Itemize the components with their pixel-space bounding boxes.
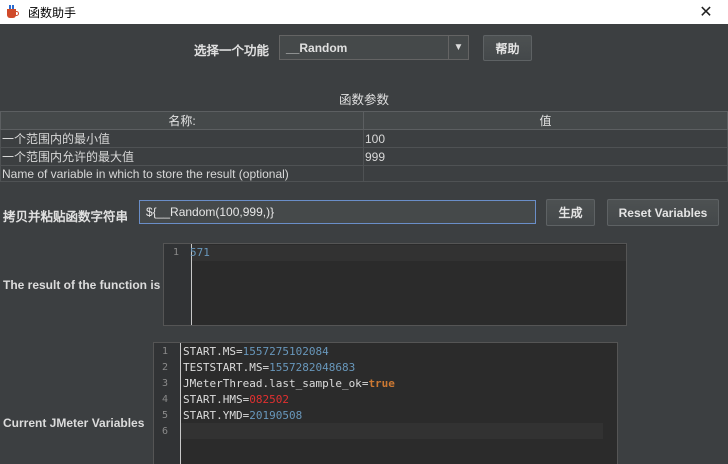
function-dropdown-value: __Random bbox=[286, 40, 348, 55]
variable-line: TESTSTART.MS=1557282048683 bbox=[183, 361, 356, 374]
function-dropdown[interactable]: __Random ▼ bbox=[279, 35, 469, 60]
title-bar: 函数助手 ✕ bbox=[0, 0, 728, 24]
variable-key: START.HMS bbox=[183, 393, 243, 406]
variable-line: START.YMD=20190508 bbox=[183, 409, 303, 422]
close-icon[interactable]: ✕ bbox=[684, 0, 728, 24]
line-number: 3 bbox=[161, 378, 168, 389]
param-value-cell[interactable]: 999 bbox=[363, 147, 728, 166]
function-select-label: 选择一个功能 bbox=[194, 44, 270, 58]
variable-value: true bbox=[368, 377, 395, 390]
param-name-cell[interactable]: 一个范围内的最小值 bbox=[0, 129, 364, 148]
param-name-cell[interactable]: 一个范围内允许的最大值 bbox=[0, 147, 364, 166]
params-title: 函数参数 bbox=[338, 93, 389, 107]
column-header-value[interactable]: 值 bbox=[363, 111, 728, 130]
variable-value: 1557275102084 bbox=[242, 345, 329, 358]
table-row[interactable]: 一个范围内允许的最大值 999 bbox=[0, 147, 728, 166]
line-number: 2 bbox=[161, 362, 168, 373]
reset-variables-button[interactable]: Reset Variables bbox=[607, 199, 719, 226]
table-row[interactable]: 一个范围内的最小值 100 bbox=[0, 129, 728, 148]
java-cup-icon bbox=[6, 5, 20, 19]
variable-value: 20190508 bbox=[249, 409, 303, 422]
variable-line: START.MS=1557275102084 bbox=[183, 345, 329, 358]
variable-key: START.YMD bbox=[183, 409, 243, 422]
window-title: 函数助手 bbox=[28, 5, 77, 20]
variables-editor[interactable]: 1 START.MS=1557275102084 2 TESTSTART.MS=… bbox=[153, 342, 618, 464]
variable-key: TESTSTART.MS bbox=[183, 361, 263, 374]
generate-button[interactable]: 生成 bbox=[546, 199, 595, 226]
variable-value: 1557282048683 bbox=[269, 361, 356, 374]
variable-key: JMeterThread.last_sample_ok bbox=[183, 377, 362, 390]
params-table: 名称: 值 一个范围内的最小值 100 一个范围内允许的最大值 999 Name… bbox=[0, 111, 728, 182]
params-header-row: 名称: 值 bbox=[0, 111, 728, 130]
result-label: The result of the function is bbox=[3, 278, 161, 292]
result-editor[interactable]: 1 571 bbox=[163, 243, 627, 326]
param-value-cell[interactable]: 100 bbox=[363, 129, 728, 148]
variable-key: START.MS bbox=[183, 345, 236, 358]
column-header-name[interactable]: 名称: bbox=[0, 111, 364, 130]
line-number: 1 bbox=[161, 346, 168, 357]
variable-value: 082502 bbox=[249, 393, 289, 406]
result-value: 571 bbox=[190, 246, 210, 259]
param-name-cell[interactable]: Name of variable in which to store the r… bbox=[0, 165, 364, 182]
function-string-input[interactable] bbox=[139, 200, 536, 224]
help-button[interactable]: 帮助 bbox=[483, 35, 532, 61]
line-number: 6 bbox=[161, 426, 168, 437]
line-number: 1 bbox=[172, 247, 179, 258]
param-value-cell[interactable] bbox=[363, 165, 728, 182]
chevron-down-icon[interactable]: ▼ bbox=[448, 36, 468, 59]
table-row[interactable]: Name of variable in which to store the r… bbox=[0, 165, 728, 182]
variable-line: START.HMS=082502 bbox=[183, 393, 289, 406]
line-number: 5 bbox=[161, 410, 168, 421]
line-number: 4 bbox=[161, 394, 168, 405]
variables-label: Current JMeter Variables bbox=[3, 416, 145, 430]
copy-function-label: 拷贝并粘贴函数字符串 bbox=[3, 210, 129, 224]
variable-line: JMeterThread.last_sample_ok=true bbox=[183, 377, 395, 390]
